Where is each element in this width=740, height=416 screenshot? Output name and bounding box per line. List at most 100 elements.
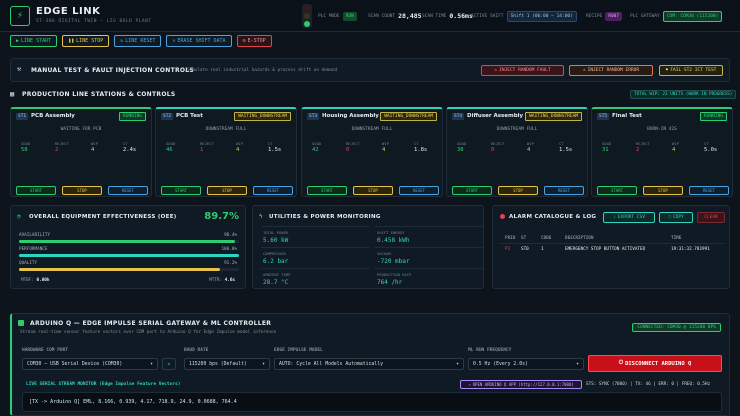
station-stop-button[interactable]: STOP (643, 186, 683, 195)
station-reset-button[interactable]: RESET (544, 186, 584, 195)
manual-test-desc: Simulate real industrial hazards & proce… (187, 68, 338, 73)
station-reset-button[interactable]: RESET (689, 186, 729, 195)
warning-icon: ⚠ (494, 68, 498, 73)
utility-value: 28.7 °C (263, 279, 289, 286)
station-name: PCB Test (176, 113, 203, 119)
oee-panel: ◔ OVERALL EQUIPMENT EFFECTIVENESS (OEE) … (10, 205, 246, 289)
manual-test-title: MANUAL TEST & FAULT INJECTION CONTROLS (31, 67, 195, 74)
stop-icon: ⊘ (242, 38, 246, 44)
baud-rate-select[interactable]: 115200 bps (Default) ▾ (184, 358, 270, 370)
copy-button[interactable]: ❐ COPY (659, 212, 693, 223)
line-reset-button[interactable]: ↻ LINE RESET (114, 35, 162, 47)
estop-button[interactable]: ⊘ E-STOP (236, 35, 272, 47)
disconnect-button[interactable]: ⏻ DISCONNECT ARDUINO Q (588, 355, 722, 372)
alarm-row[interactable]: P1 ST0 1 EMERGENCY STOP BUTTON ACTIVATED 19:… (499, 243, 725, 252)
station-status-badge: RUNNING (700, 112, 727, 121)
alarm-panel: ALARM CATALOGUE & LOG ⇩ EXPORT CSV ❐ COPY … (492, 205, 730, 289)
clear-log-button[interactable]: CLEAR (697, 212, 725, 223)
station-name: PCB Assembly (31, 113, 75, 119)
fail-ict-button[interactable]: ⚑ FAIL ST2 ICT TEST (659, 65, 723, 76)
station-start-button[interactable]: START (597, 186, 637, 195)
utility-label: PRODUCTION RATE (377, 272, 412, 277)
station-stop-button[interactable]: STOP (498, 186, 538, 195)
oee-title: OVERALL EQUIPMENT EFFECTIVENESS (OEE) (29, 214, 177, 220)
arduino-desc: Stream real-time sensor feature vectors … (20, 330, 277, 335)
alarm-code: 1 (541, 247, 544, 252)
mttr: MTTR: 4.6s (209, 278, 235, 283)
erase-shift-button[interactable]: ✕ ERASE SHIFT DATA (166, 35, 232, 47)
inject-error-button[interactable]: ⚠ INJECT RANDOM ERROR (569, 65, 653, 76)
utility-metric: COMPRESSOR 6.2 bar (261, 247, 369, 266)
utility-value: -720 mbar (377, 258, 410, 265)
wip-count: 4 (672, 147, 676, 153)
cycle-time: 1.5s (268, 147, 282, 153)
station-message: DOWNSTREAM FULL (351, 127, 393, 132)
station-tag: ST2 (161, 113, 174, 120)
plc-gateway: PLC GATEWAY COM: COM30 (115200) (630, 9, 723, 23)
arduino-panel: ARDUINO Q — EDGE IMPULSE SERIAL GATEWAY … (10, 313, 730, 416)
utility-value: 0.458 kWh (377, 237, 410, 244)
manual-test-panel: ⚒ MANUAL TEST & FAULT INJECTION CONTROLS… (10, 58, 730, 82)
serial-monitor[interactable]: [TX -> Arduino Q] EML, 8.166, 0.939, 4.1… (22, 392, 722, 412)
station-stop-button[interactable]: STOP (353, 186, 393, 195)
reset-icon: ↻ (120, 38, 124, 44)
chevron-down-icon: ▾ (262, 361, 265, 367)
traffic-light-icon (302, 4, 312, 28)
inject-fault-button[interactable]: ⚠ INJECT RANDOM FAULT (481, 65, 564, 76)
connection-badge: CONNECTED: COM30 @ 115200 BPS (632, 323, 721, 332)
station-status-badge: WAITING_DOWNSTREAM (525, 112, 582, 121)
frequency-select[interactable]: 0.5 Hz (Every 2.0s) ▾ (468, 358, 584, 370)
line-toolbar: ▶ LINE START ❚❚ LINE STOP ↻ LINE RESET ✕ ERA… (10, 35, 272, 47)
station-reset-button[interactable]: RESET (399, 186, 439, 195)
shift-select[interactable]: Shift 1 (06:00 – 14:00) (506, 10, 577, 22)
open-app-button[interactable]: ↗ OPEN ARDUINO Q APP (http://127.0.0.1:70… (460, 380, 582, 389)
chip-icon (18, 320, 24, 326)
export-csv-button[interactable]: ⇩ EXPORT CSV (603, 212, 655, 223)
alarm-col-header: PRIO (505, 236, 516, 241)
station-start-button[interactable]: START (452, 186, 492, 195)
utility-value: 764 /hr (377, 279, 403, 286)
utility-metric: SHIFT ENERGY 0.458 kWh (375, 226, 483, 245)
refresh-icon: ↻ (167, 361, 171, 367)
station-start-button[interactable]: START (161, 186, 201, 195)
station-reset-button[interactable]: RESET (108, 186, 148, 195)
line-start-button[interactable]: ▶ LINE START (10, 35, 58, 47)
station-reset-button[interactable]: RESET (253, 186, 293, 195)
station-start-button[interactable]: START (16, 186, 56, 195)
performance-bar (19, 254, 239, 257)
utility-metric: AMBIENT TEMP 28.7 °C (261, 268, 369, 287)
good-count: 58 (21, 147, 28, 153)
reject-count: 1 (200, 147, 204, 153)
top-header: ⚡ EDGE LINK ST-306 DIGITAL TWIN — LIG BO… (0, 0, 740, 32)
utility-metric: TOTAL POWER 5.60 kW (261, 226, 369, 245)
model-select[interactable]: AUTO: Cycle All Models Automatically ▾ (274, 358, 464, 370)
station-message: WAITING FOR PCB (60, 127, 102, 132)
stations-title: PRODUCTION LINE STATIONS & CONTROLS (22, 91, 176, 98)
wip-count: 4 (236, 147, 240, 153)
station-message: DOWNSTREAM FULL (496, 127, 538, 132)
alarm-time: 19:31:32.781991 (671, 247, 710, 252)
active-shift: ACTIVE SHIFT Shift 1 (06:00 – 14:00) (471, 9, 577, 23)
gateway-badge[interactable]: COM: COM30 (115200) (662, 10, 723, 22)
factory-icon: ▦ (10, 90, 15, 98)
reject-count: 0 (346, 147, 350, 153)
line-stop-button[interactable]: ❚❚ LINE STOP (62, 35, 110, 47)
station-stop-button[interactable]: STOP (207, 186, 247, 195)
scan-time: SCAN TIME 0.56ms (422, 12, 473, 20)
mtbf: MTBF: 0.00h (21, 278, 50, 283)
chevron-down-icon: ▾ (456, 361, 459, 367)
plc-mode-badge: RUN (342, 11, 357, 21)
good-count: 38 (457, 147, 464, 153)
reject-count: 2 (636, 147, 640, 153)
alarm-st: ST0 (521, 247, 529, 252)
station-stop-button[interactable]: STOP (62, 186, 102, 195)
wip-count: 4 (382, 147, 386, 153)
monitor-label: LIVE SERIAL STREAM MONITOR (Edge Impulse… (26, 382, 181, 387)
download-icon: ⇩ (613, 215, 616, 220)
com-port-select[interactable]: COM30 — USB Serial Device (COM30) ▾ (22, 358, 158, 370)
refresh-ports-button[interactable]: ↻ (162, 358, 176, 370)
arduino-title: ARDUINO Q — EDGE IMPULSE SERIAL GATEWAY … (30, 320, 272, 327)
copy-icon: ❐ (668, 215, 671, 220)
cycle-time: 2.4s (123, 147, 137, 153)
station-start-button[interactable]: START (307, 186, 347, 195)
